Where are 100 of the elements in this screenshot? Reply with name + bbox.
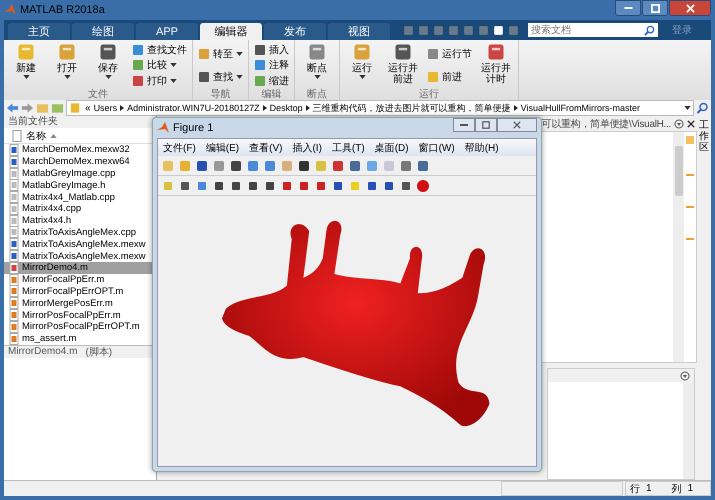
tool-icon — [427, 71, 439, 84]
menu-item[interactable]: 插入(I) — [287, 140, 327, 154]
ribbon-button[interactable]: 保存 — [89, 42, 127, 79]
file-row[interactable]: Matrix4x4_Matlab.cpp — [4, 191, 156, 203]
tool-icon — [132, 75, 144, 88]
file-name: MirrorDemo4.m — [8, 346, 78, 358]
ribbon-button[interactable]: 运行节 — [425, 46, 474, 62]
ribbon-button[interactable]: 新建 — [7, 42, 45, 79]
file-row[interactable]: MirrorPosFocalPpErrOPT.m — [4, 320, 156, 333]
file-icon — [9, 214, 19, 227]
options-icon[interactable] — [674, 118, 684, 128]
close-button[interactable] — [497, 118, 537, 132]
menu-item[interactable]: 桌面(D) — [370, 140, 414, 154]
caret-icon — [104, 75, 112, 79]
search-field[interactable]: 搜索文档 — [528, 23, 658, 37]
path-segment[interactable]: Users — [94, 103, 118, 113]
minimize-button[interactable] — [453, 118, 475, 132]
close-icon[interactable] — [687, 120, 695, 128]
menu-item[interactable]: 编辑(E) — [200, 140, 244, 154]
file-row[interactable]: MirrorMergePosErr.m — [4, 297, 156, 310]
matlab-logo-icon — [157, 122, 169, 134]
ribbon-button[interactable]: 比较 — [130, 58, 189, 73]
menu-item[interactable]: 帮助(H) — [460, 140, 504, 154]
close-button[interactable] — [669, 0, 711, 16]
breadcrumb-arrow-icon — [514, 105, 518, 111]
ribbon-tab[interactable]: APP — [136, 23, 198, 40]
search-icon — [644, 24, 655, 36]
stop-icon[interactable] — [416, 178, 430, 192]
tool-icon — [427, 48, 439, 60]
ribbon-tab[interactable]: 编辑器 — [200, 23, 262, 40]
menu-item[interactable]: 查看(V) — [244, 140, 288, 154]
file-row[interactable]: MarchDemoMex.mexw32 — [4, 144, 156, 156]
file-row[interactable]: MirrorFocalPpErrOPT.m — [4, 286, 156, 298]
file-row[interactable]: MatlabGreyImage.cpp — [4, 168, 156, 180]
quick-access-icon[interactable] — [492, 24, 505, 36]
path-segment[interactable]: Desktop — [270, 103, 303, 113]
options-icon[interactable] — [680, 370, 690, 380]
file-row[interactable]: MatrixToAxisAngleMex.mexw — [4, 250, 156, 262]
file-icon — [9, 168, 19, 180]
caret-icon — [22, 75, 30, 79]
menu-item[interactable]: 窗口(W) — [414, 140, 460, 154]
forward-arrow-icon[interactable] — [21, 102, 34, 114]
file-row[interactable]: MatrixToAxisAngleMex.cpp — [4, 226, 156, 238]
tool-icon — [16, 42, 36, 62]
ribbon-tab[interactable]: 绘图 — [72, 23, 134, 40]
matlab-logo-icon — [4, 4, 16, 16]
group-label: 导航 — [210, 89, 232, 100]
maximize-button[interactable] — [475, 118, 497, 132]
tool-icon — [132, 44, 144, 56]
breadcrumb-arrow-icon — [120, 105, 124, 111]
file-row[interactable]: MirrorPosFocalPpErr.m — [4, 309, 156, 321]
file-icon — [9, 274, 19, 286]
path-segment[interactable]: 三维重构代码，放进去图片就可以重构，简单便捷 — [312, 102, 511, 114]
file-row[interactable]: MatrixToAxisAngleMex.mexw — [4, 238, 156, 250]
search-icon[interactable] — [696, 102, 709, 114]
menu-item[interactable]: 文件(F) — [158, 140, 201, 154]
file-row[interactable]: MatlabGreyImage.h — [4, 179, 156, 192]
file-icon — [9, 156, 19, 168]
group-label: 编辑 — [260, 89, 282, 100]
ribbon-button[interactable]: 查找 — [196, 70, 245, 85]
ribbon-button[interactable]: 运行 — [343, 42, 381, 79]
ribbon-button[interactable]: 注释 — [252, 58, 291, 73]
file-row[interactable]: Matrix4x4.h — [4, 214, 156, 227]
file-icon — [9, 202, 19, 215]
file-row[interactable]: Matrix4x4.cpp — [4, 202, 156, 215]
path-segment[interactable]: Administrator.WIN7U-20180127Z — [127, 103, 260, 113]
file-row[interactable]: MirrorFocalPpErr.m — [4, 274, 156, 286]
menu-item[interactable]: 工具(T) — [326, 140, 370, 154]
group-label: 文件 — [87, 89, 109, 100]
tool-icon — [198, 48, 210, 60]
ribbon-button[interactable]: 打开 — [48, 42, 86, 79]
caret-icon — [170, 63, 177, 68]
ribbon-button[interactable]: 运行并计时 — [477, 42, 515, 85]
file-icon — [9, 179, 19, 192]
address-bar[interactable]: « Users Administrator.WIN7U-20180127Z Desktop 三维重构代码，放进去图片就可以重构，简单便捷 VisualHullFromMirrors-master — [66, 100, 694, 116]
ribbon-button[interactable]: 缩进 — [252, 74, 291, 89]
ribbon-button[interactable]: 断点 — [298, 42, 336, 79]
ribbon-tab[interactable]: 视图 — [328, 23, 390, 40]
scrollbar[interactable] — [683, 382, 694, 479]
ribbon-button[interactable]: 打印 — [130, 74, 189, 89]
ribbon-tab[interactable]: 主页 — [8, 23, 70, 40]
ribbon-button[interactable]: 运行并前进 — [384, 42, 422, 85]
file-row[interactable]: ms_assert.m — [4, 332, 156, 345]
tool-icon — [254, 75, 266, 88]
back-arrow-icon[interactable] — [6, 102, 19, 114]
path-segment[interactable]: VisualHullFromMirrors-master — [520, 103, 640, 113]
file-icon — [9, 309, 19, 322]
ribbon-button[interactable]: 查找文件 — [130, 42, 189, 58]
ribbon-button[interactable]: 插入 — [252, 42, 291, 58]
file-row[interactable]: MarchDemoMex.mexw64 — [4, 156, 156, 168]
minimize-button[interactable] — [615, 0, 641, 16]
column-header[interactable]: 名称 — [26, 128, 46, 142]
line-label: 行 — [630, 482, 640, 496]
scrollbar[interactable] — [673, 132, 684, 362]
maximize-button[interactable] — [642, 0, 668, 16]
ribbon-tab[interactable]: 发布 — [264, 23, 326, 40]
workspace-tab[interactable]: 工作区 — [699, 120, 709, 480]
ribbon-button[interactable]: 前进 — [425, 70, 474, 85]
dropdown-caret-icon[interactable] — [684, 106, 691, 110]
ribbon-button[interactable]: 转至 — [196, 46, 245, 62]
